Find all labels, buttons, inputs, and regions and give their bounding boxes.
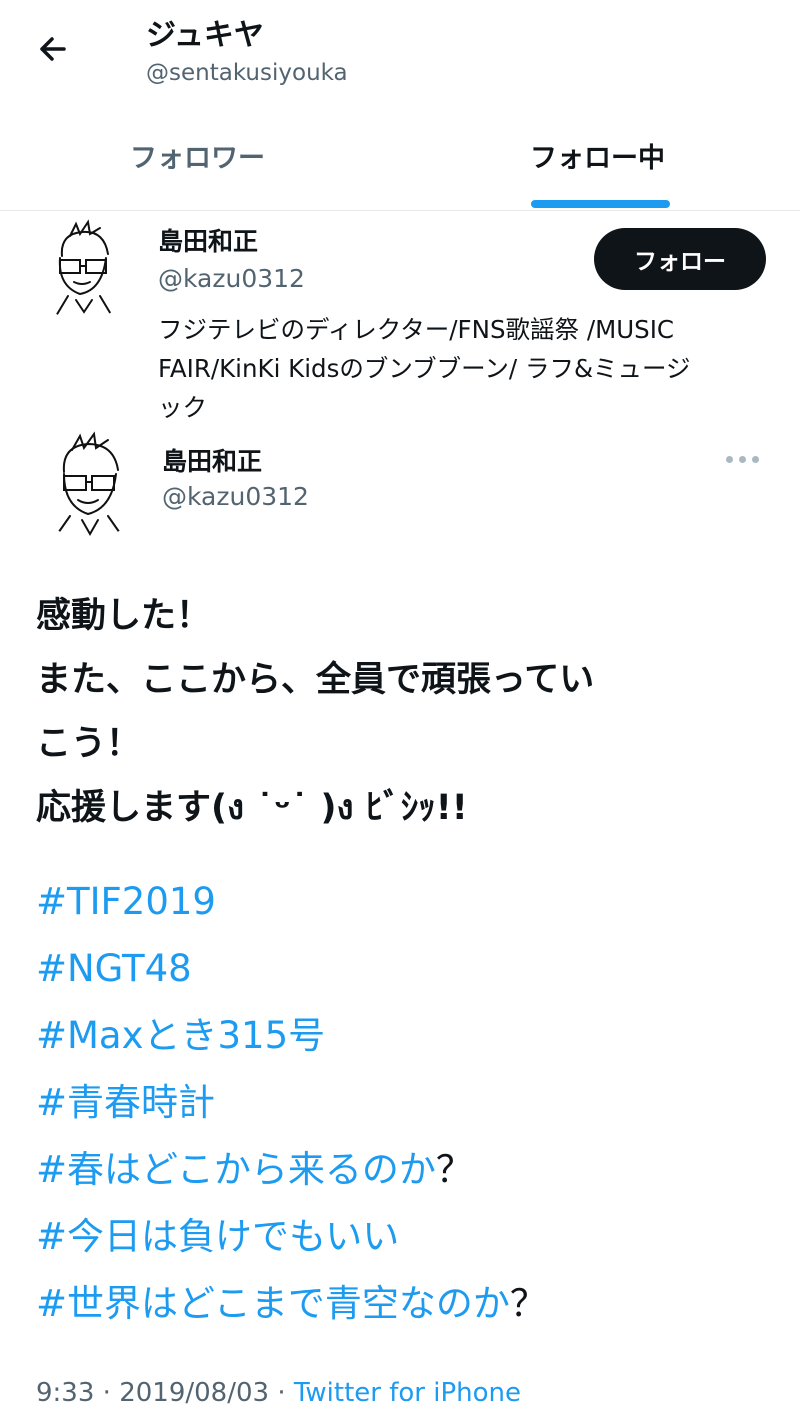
dot (739, 456, 746, 463)
hashtag-link[interactable]: #世界はどこまで青空なのか (36, 1282, 510, 1325)
dot (752, 456, 759, 463)
hashtag-line: #世界はどこまで青空なのか？ (36, 1270, 766, 1337)
follow-button[interactable]: フォロー (594, 228, 766, 290)
bio-line: ック (158, 393, 207, 422)
tweet-author-name[interactable]: 島田和正 (162, 442, 262, 478)
user-handle[interactable]: @kazu0312 (158, 264, 305, 293)
active-tab-indicator (531, 200, 670, 208)
hashtag-suffix: ？ (509, 1282, 547, 1325)
tab-following[interactable]: フォロー中 (530, 136, 665, 175)
tweet-body: 感動した！ また、ここから、全員で頑張ってい こう！ 応援します(ง ˙ᵕ˙ )… (36, 584, 766, 1337)
hashtag-link[interactable]: #TIF2019 (36, 880, 216, 923)
hashtag-line: #青春時計 (36, 1069, 766, 1136)
tweet-time[interactable]: 9:33 (36, 1378, 94, 1408)
hashtag-link[interactable]: #Maxとき315号 (36, 1014, 325, 1057)
arrow-left-icon (40, 37, 66, 61)
tweet-text-line: こう！ (36, 724, 142, 764)
avatar[interactable] (30, 216, 135, 321)
meta-separator: · (102, 1378, 111, 1408)
tweet-text-line: 感動した！ (36, 596, 212, 636)
tweet-date[interactable]: 2019/08/03 (119, 1378, 269, 1408)
tweet-metadata: 9:33 · 2019/08/03 · Twitter for iPhone (36, 1378, 521, 1408)
user-name[interactable]: 島田和正 (158, 222, 258, 258)
bio-line: FAIR/KinKi Kidsのブンブブーン/ ラフ&ミュージ (158, 354, 691, 383)
profile-header: ジュキヤ @sentakusiyouka フォロワー フォロー中 (0, 0, 800, 211)
hashtag-line: #NGT48 (36, 935, 766, 1002)
tweet-text-line: また、ここから、全員で頑張ってい (36, 660, 595, 700)
hashtag-link[interactable]: #NGT48 (36, 947, 192, 990)
tweet-author-avatar[interactable] (34, 430, 144, 540)
bio-line: フジテレビのディレクター/FNS歌謡祭 /MUSIC (158, 315, 675, 344)
user-bio: フジテレビのディレクター/FNS歌謡祭 /MUSIC FAIR/KinKi Ki… (158, 310, 778, 427)
tab-followers[interactable]: フォロワー (130, 136, 265, 175)
hashtag-link[interactable]: #青春時計 (36, 1081, 215, 1124)
meta-separator: · (277, 1378, 286, 1408)
hashtag-suffix: ？ (435, 1148, 473, 1191)
tweet-text-line: 応援します(ง ˙ᵕ˙ )ง ﾋﾞｼｯ!! (36, 788, 468, 828)
hashtag-link[interactable]: #今日は負けでもいい (36, 1215, 399, 1258)
more-options-button[interactable] (726, 448, 772, 472)
profile-title: ジュキヤ (146, 18, 264, 53)
tweet-source-link[interactable]: Twitter for iPhone (294, 1378, 521, 1408)
hashtag-line: #TIF2019 (36, 868, 766, 935)
hashtag-list: #TIF2019 #NGT48 #Maxとき315号 #青春時計 #春はどこから… (36, 868, 766, 1337)
more-horizontal-icon (726, 456, 733, 463)
hashtag-line: #今日は負けでもいい (36, 1203, 766, 1270)
tweet-author-handle[interactable]: @kazu0312 (162, 482, 309, 511)
hashtag-line: #春はどこから来るのか？ (36, 1136, 766, 1203)
profile-handle: @sentakusiyouka (146, 60, 348, 86)
back-button[interactable] (32, 28, 74, 70)
hashtag-link[interactable]: #春はどこから来るのか (36, 1148, 436, 1191)
avatar-sketch (55, 219, 113, 317)
hashtag-line: #Maxとき315号 (36, 1002, 766, 1069)
avatar-sketch (55, 431, 123, 537)
